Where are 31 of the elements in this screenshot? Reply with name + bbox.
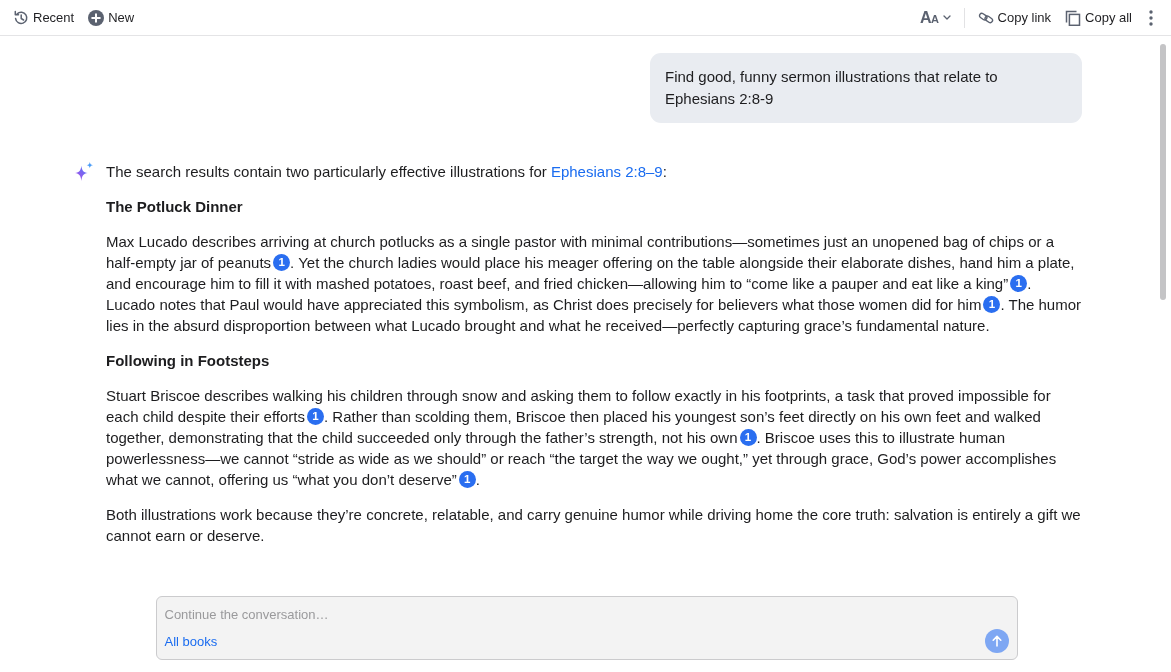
answer-paragraph: Both illustrations work because they’re concrete, relatable, and carry genuine humor while driving home the core truth: salvation is entirely a gift we cannot earn or deserve. xyxy=(106,505,1082,546)
citation-link[interactable]: 1 xyxy=(983,296,1001,313)
more-icon xyxy=(1149,9,1153,26)
copy-icon xyxy=(1065,9,1082,26)
link-icon xyxy=(977,9,994,26)
plus-circle-icon xyxy=(88,9,105,26)
answer-paragraph: Max Lucado describes arriving at church potlucks as a single pastor with minimal contributions—sometimes just an unopened bag of chips or a half-empty jar of peanuts 1 . Yet the church ladies would place his meager offering on the table alongside their elaborate dishes, hand him a plate, and encourage him to fill it with mashed potatoes, roast beef, and fried chicken—allowing him to “come like a pauper and eat like a king” 1 . Lucado notes that Paul would have appreciated this symbolism, as Christ does precisely for believers what those women did for him 1 . The humor lies in the absurd disproportion between what Lucado brought and what he received—perfectly capturing grace’s fundamental nature. xyxy=(106,232,1082,336)
user-message: Find good, funny sermon illustrations that relate to Ephesians 2:8-9 xyxy=(650,53,1082,123)
font-size-button[interactable]: AA xyxy=(919,6,952,29)
citation-link[interactable]: 1 xyxy=(307,408,324,425)
recent-button[interactable]: Recent xyxy=(12,7,76,28)
history-icon xyxy=(13,9,29,26)
citation-link[interactable]: 1 xyxy=(458,471,476,488)
sparkle-icon xyxy=(75,162,93,181)
arrow-up-icon xyxy=(991,635,1002,647)
citation-link[interactable]: 1 xyxy=(1010,275,1028,292)
citation-link[interactable]: 1 xyxy=(273,254,291,271)
message-input[interactable]: Continue the conversation… xyxy=(164,604,1009,624)
answer-paragraph: The search results contain two particularly effective illustrations for Ephesians 2:8–9: xyxy=(106,162,668,182)
scope-link[interactable]: All books xyxy=(164,633,218,649)
copy-link-button[interactable]: Copy link xyxy=(976,7,1053,28)
caret-icon xyxy=(942,15,951,20)
composer-field[interactable]: Continue the conversation… All books xyxy=(155,596,1018,660)
section-heading: Following in Footsteps xyxy=(106,351,271,371)
new-button[interactable]: New xyxy=(87,7,136,28)
scrollbar-thumb[interactable] xyxy=(1160,44,1166,300)
scripture-link[interactable]: Ephesians 2:8–9 xyxy=(550,163,663,180)
answer-paragraph: Stuart Briscoe describes walking his children through snow and asking them to follow exactly in his footprints, a task that proved impossible for each child despite their efforts 1 . Rather than scolding them, Briscoe then placed his youngest son’s feet directly on his own feet and walked together, demonstrating that the child succeeded only through the father’s strength, not his own 1 . Briscoe uses this to illustrate human powerlessness—we cannot “stride as wide as we should” or reach “the target the way we ought,” yet through grace, God’s power accomplishes what we cannot, offering us “what you don’t deserve” 1 . xyxy=(106,386,1058,490)
copy-all-button[interactable]: Copy all xyxy=(1064,7,1133,28)
citation-link[interactable]: 1 xyxy=(739,429,757,446)
section-heading: The Potluck Dinner xyxy=(106,197,244,217)
